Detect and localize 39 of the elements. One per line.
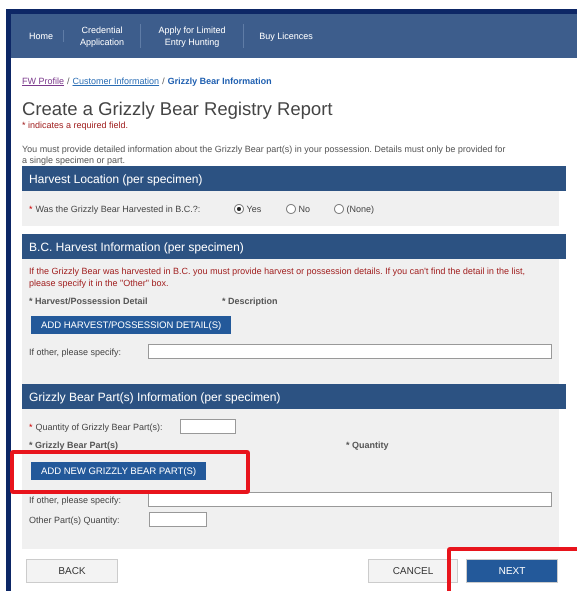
breadcrumb-link[interactable]: FW Profile [22,76,64,86]
back-button[interactable]: BACK [26,559,118,583]
column-header: * Quantity [346,440,390,450]
section-heading: B.C. Harvest Information (per specimen) [22,234,566,259]
radio-option[interactable]: (None) [334,204,394,214]
input-field[interactable] [180,419,236,434]
input-field[interactable] [148,344,552,359]
field-label: Quantity of Grizzly Bear Part(s): [36,422,164,432]
intro-text: You must provide detailed information about the Grizzly Bear part(s) in your possession. Details must only be provided for a single specimen or part. [22,144,506,166]
column-header: * Grizzly Bear Part(s) [29,440,120,450]
cancel-button[interactable]: CANCEL [368,559,458,583]
field-label: Other Part(s) Quantity: [29,514,121,524]
nav-link[interactable]: Credential Application [64,24,141,48]
required-mark: * [29,422,33,432]
nav-link[interactable]: Apply for Limited Entry Hunting [141,24,244,48]
breadcrumb-separator: / [162,76,165,86]
nav-link[interactable]: Home [17,30,64,42]
section-heading: Harvest Location (per specimen) [22,166,566,191]
field-label: If other, please specify: [29,494,122,504]
section-heading: Grizzly Bear Part(s) Information (per specimen) [22,384,566,409]
nav-link[interactable]: Buy Licences [244,30,328,42]
field-label: If other, please specify: [29,346,122,356]
column-header: * Harvest/Possession Detail [29,296,149,306]
breadcrumb-current[interactable]: Grizzly Bear Information [168,76,272,86]
field-label: Was the Grizzly Bear Harvested in B.C.?: [36,204,202,214]
required-mark: * [29,204,33,214]
breadcrumb-separator: / [67,76,70,86]
required-note: * indicates a required field. [22,120,130,130]
add-detail-button[interactable]: ADD HARVEST/POSSESSION DETAIL(S) [31,316,232,334]
input-field[interactable] [148,492,552,507]
radio-option[interactable]: No [286,204,334,214]
add-part-button[interactable]: ADD NEW GRIZZLY BEAR PART(S) [31,462,206,480]
next-button[interactable]: NEXT [466,559,558,583]
input-field[interactable] [149,512,207,527]
page-title: Create a Grizzly Bear Registry Report [22,98,334,120]
notice-text: If the Grizzly Bear was harvested in B.C. you must provide harvest or possession details. If you can't find the detail in the list, please specify it in the "Other" box. [29,265,526,289]
radio-option[interactable]: Yes [234,204,286,214]
breadcrumb-link[interactable]: Customer Information [72,76,160,86]
column-header: * Description [222,296,279,306]
